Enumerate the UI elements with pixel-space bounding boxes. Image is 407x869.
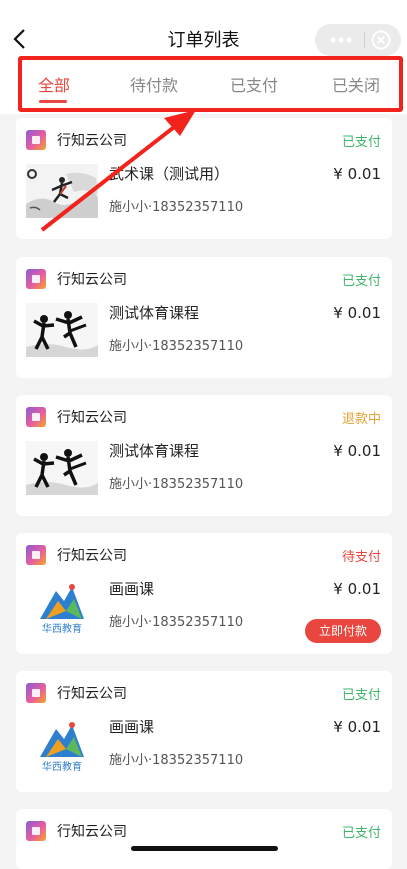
shop-name: 行知云公司 (57, 133, 127, 149)
shop-logo (26, 407, 46, 427)
order-price: ¥ 0.01 (333, 718, 381, 736)
home-indicator[interactable] (131, 846, 278, 851)
pay-now-button[interactable]: 立即付款 (305, 619, 381, 643)
course-title: 测试体育课程 (109, 442, 200, 460)
kick-silhouette-image (26, 303, 98, 357)
course-thumbnail (26, 164, 98, 218)
shop-name: 行知云公司 (57, 824, 127, 840)
order-price: ¥ 0.01 (333, 165, 381, 183)
order-card[interactable]: 行知云公司 已支付 测试体育课程 ¥ 0.01 施小小·18352357110 (16, 257, 392, 378)
course-thumbnail: 华西教育 (26, 717, 98, 771)
order-status: 待支付 (341, 550, 381, 565)
order-card[interactable]: 行知云公司 已支付 武术课（测试用） ¥ 0.01 施小小·1835235711… (16, 118, 392, 239)
shop-name: 行知云公司 (57, 272, 127, 288)
order-status: 已支付 (341, 274, 381, 289)
shop-logo (26, 545, 46, 565)
course-thumbnail (26, 303, 98, 357)
more-dots-icon[interactable] (323, 28, 359, 52)
order-card[interactable]: 行知云公司 已支付 (16, 809, 392, 869)
kick-silhouette-image (26, 441, 98, 495)
buyer-info: 施小小·18352357110 (109, 477, 244, 492)
annotation-highlight-box (18, 56, 403, 112)
mini-program-capsule (315, 24, 401, 56)
martial-arts-ink-image (26, 164, 98, 218)
shop-logo (26, 683, 46, 703)
buyer-info: 施小小·18352357110 (109, 200, 244, 215)
course-thumbnail (26, 441, 98, 495)
order-status: 已支付 (341, 135, 381, 150)
buyer-info: 施小小·18352357110 (109, 339, 244, 354)
course-title: 画画课 (109, 718, 155, 736)
nav-bar: 订单列表 (0, 0, 407, 58)
order-price: ¥ 0.01 (333, 442, 381, 460)
order-status: 已支付 (341, 688, 381, 703)
order-status: 已支付 (341, 826, 381, 841)
course-title: 武术课（测试用） (109, 165, 230, 183)
course-title: 测试体育课程 (109, 304, 200, 322)
shop-logo (26, 130, 46, 150)
order-price: ¥ 0.01 (333, 580, 381, 598)
shop-name: 行知云公司 (57, 686, 127, 702)
logo-text: 华西教育 (42, 762, 82, 771)
buyer-info: 施小小·18352357110 (109, 753, 244, 768)
shop-name: 行知云公司 (57, 548, 127, 564)
order-status: 退款中 (341, 412, 381, 427)
shop-logo (26, 821, 46, 841)
logo-text: 华西教育 (42, 624, 82, 633)
order-card[interactable]: 行知云公司 待支付 华西教育 画画课 ¥ 0.01 施小小·1835235711… (16, 533, 392, 654)
order-price: ¥ 0.01 (333, 304, 381, 322)
order-card[interactable]: 行知云公司 已支付 华西教育 画画课 ¥ 0.01 施小小·1835235711… (16, 671, 392, 792)
course-title: 画画课 (109, 580, 155, 598)
order-card[interactable]: 行知云公司 退款中 测试体育课程 ¥ 0.01 施小小·18352357110 (16, 395, 392, 516)
close-circle-icon[interactable] (370, 29, 392, 51)
course-thumbnail: 华西教育 (26, 579, 98, 633)
shop-logo (26, 269, 46, 289)
capsule-divider (364, 32, 365, 48)
buyer-info: 施小小·18352357110 (109, 615, 244, 630)
shop-name: 行知云公司 (57, 410, 127, 426)
